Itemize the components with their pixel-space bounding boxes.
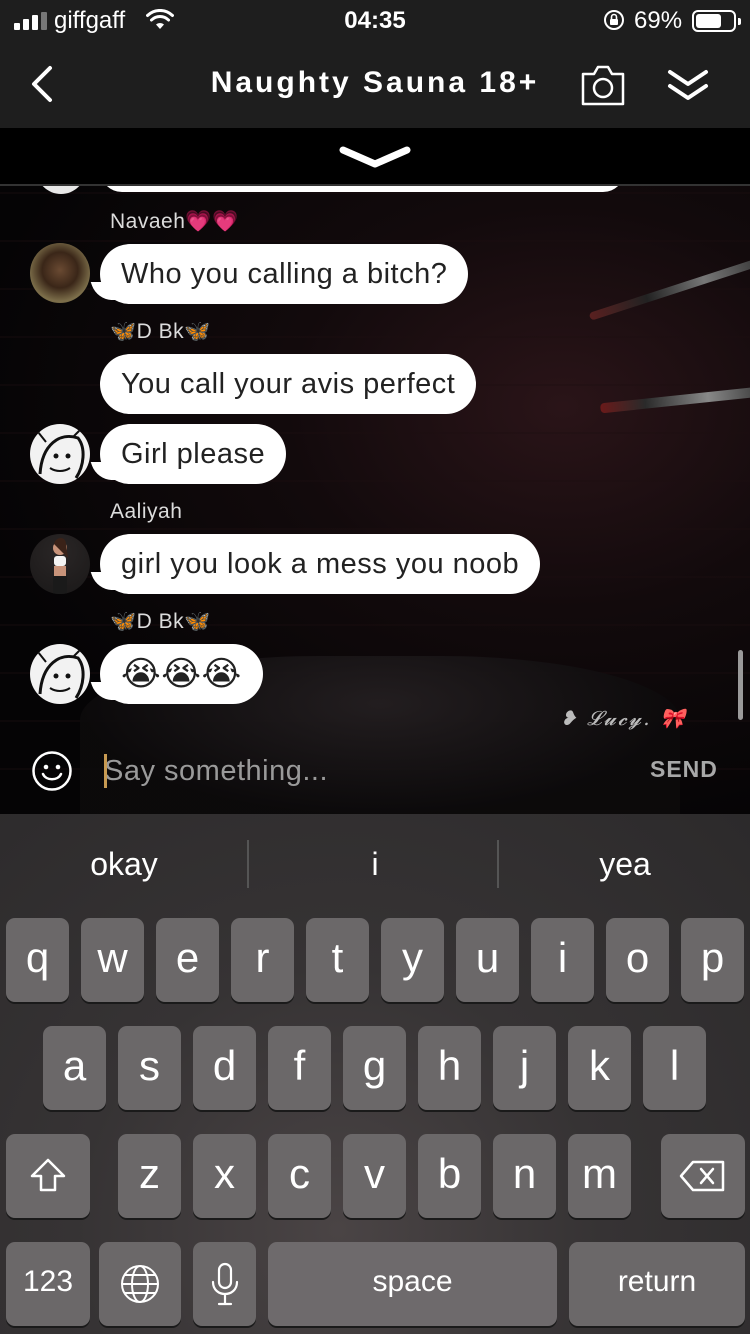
key-c[interactable]: c: [268, 1134, 331, 1218]
key-i[interactable]: i: [531, 918, 594, 1002]
double-chevron-down-icon[interactable]: [664, 62, 712, 108]
sketch-avatar-icon: [37, 647, 85, 699]
key-e[interactable]: e: [156, 918, 219, 1002]
sender-name[interactable]: 🦋D Bk🦋: [110, 610, 211, 634]
key-g[interactable]: g: [343, 1026, 406, 1110]
key-l[interactable]: l: [643, 1026, 706, 1110]
message-bubble: You call your avis perfect: [100, 354, 477, 414]
message-text: 😭😭😭: [121, 655, 242, 693]
suggestion-item[interactable]: yea: [501, 846, 749, 883]
room-title: Naughty Sauna 18+: [210, 66, 540, 99]
sketch-avatar-icon: [37, 427, 85, 479]
send-button[interactable]: SEND: [650, 756, 718, 783]
message-bubble: [100, 186, 625, 192]
keyboard: okay i yea qwertyuiopasdfghjklzxcvbnm 12…: [0, 814, 750, 1334]
globe-icon: [121, 1265, 159, 1303]
rotation-lock-icon: [604, 10, 624, 30]
avatar[interactable]: [30, 424, 90, 484]
camera-icon[interactable]: [580, 62, 626, 108]
message-text: Girl please: [121, 438, 266, 470]
delete-icon: [679, 1160, 725, 1192]
key-n[interactable]: n: [493, 1134, 556, 1218]
avatar[interactable]: [30, 644, 90, 704]
numbers-key[interactable]: 123: [6, 1242, 90, 1326]
divider: [247, 840, 249, 888]
shift-icon: [30, 1158, 66, 1192]
message-bubble: 😭😭😭: [90, 644, 263, 704]
sender-name[interactable]: Aaliyah: [110, 500, 182, 524]
message-text: Who you calling a bitch?: [121, 258, 448, 290]
return-key[interactable]: return: [569, 1242, 745, 1326]
key-z[interactable]: z: [118, 1134, 181, 1218]
chevron-down-icon[interactable]: [338, 142, 412, 172]
key-q[interactable]: q: [6, 918, 69, 1002]
watermark-signature: ❥ 𝓛𝓾𝓬𝔂. 🎀: [560, 706, 687, 730]
sender-name[interactable]: Navaeh💗💗: [110, 210, 239, 234]
divider: [497, 840, 499, 888]
shift-key[interactable]: [6, 1134, 90, 1218]
message-bubble: Who you calling a bitch?: [90, 244, 469, 304]
key-a[interactable]: a: [43, 1026, 106, 1110]
expand-bar[interactable]: [0, 128, 750, 186]
avatar[interactable]: [30, 534, 90, 594]
text-cursor: [104, 754, 107, 788]
message-text: girl you look a mess you noob: [121, 548, 520, 580]
message-bubble: Girl please: [90, 424, 287, 484]
key-v[interactable]: v: [343, 1134, 406, 1218]
key-h[interactable]: h: [418, 1026, 481, 1110]
message-input[interactable]: [104, 750, 604, 792]
battery-icon: [692, 10, 741, 32]
key-f[interactable]: f: [268, 1026, 331, 1110]
key-x[interactable]: x: [193, 1134, 256, 1218]
scrollbar[interactable]: [738, 650, 743, 720]
status-bar: giffgaff 04:35 69%: [0, 0, 750, 42]
key-d[interactable]: d: [193, 1026, 256, 1110]
key-j[interactable]: j: [493, 1026, 556, 1110]
message-bubble: girl you look a mess you noob: [90, 534, 541, 594]
key-b[interactable]: b: [418, 1134, 481, 1218]
key-o[interactable]: o: [606, 918, 669, 1002]
room-header: Naughty Sauna 18+: [0, 42, 750, 128]
key-s[interactable]: s: [118, 1026, 181, 1110]
space-key[interactable]: space: [268, 1242, 557, 1326]
emoji-icon[interactable]: [31, 750, 73, 792]
key-p[interactable]: p: [681, 918, 744, 1002]
delete-key[interactable]: [661, 1134, 745, 1218]
key-m[interactable]: m: [568, 1134, 631, 1218]
avatar[interactable]: [30, 243, 90, 303]
key-r[interactable]: r: [231, 918, 294, 1002]
sender-name[interactable]: 🦋D Bk🦋: [110, 320, 211, 344]
microphone-key[interactable]: [193, 1242, 256, 1326]
globe-key[interactable]: [99, 1242, 181, 1326]
key-w[interactable]: w: [81, 918, 144, 1002]
key-y[interactable]: y: [381, 918, 444, 1002]
figure-avatar-icon: [53, 538, 68, 594]
microphone-icon: [211, 1262, 238, 1306]
suggestion-item[interactable]: i: [251, 846, 499, 883]
key-t[interactable]: t: [306, 918, 369, 1002]
suggestion-item[interactable]: okay: [0, 846, 248, 883]
chat-area[interactable]: Navaeh💗💗 Who you calling a bitch? 🦋D Bk🦋…: [0, 186, 750, 816]
key-u[interactable]: u: [456, 918, 519, 1002]
battery-percentage: 69%: [634, 7, 683, 34]
key-k[interactable]: k: [568, 1026, 631, 1110]
composer: SEND: [0, 736, 750, 814]
message-text: You call your avis perfect: [121, 368, 456, 400]
